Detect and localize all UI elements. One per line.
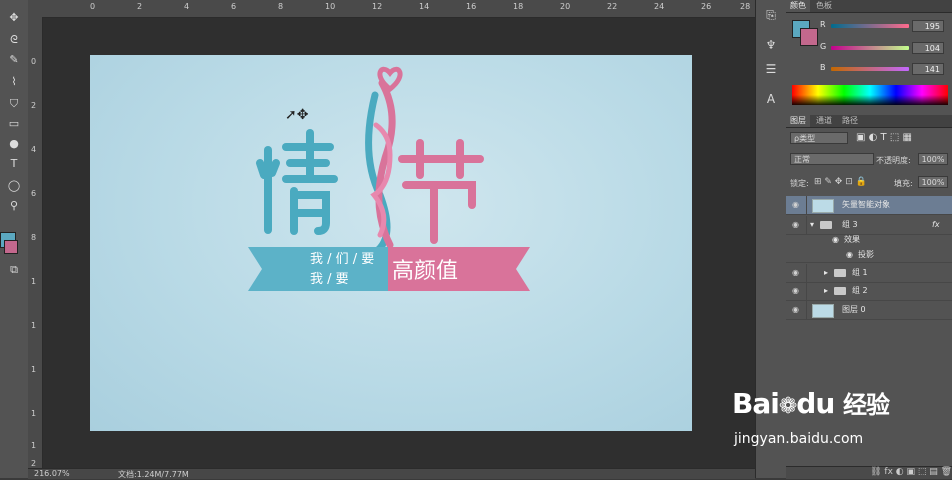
slogan-line1: 我 / 们 / 要 [310,252,374,267]
paw-icon: ❁ [778,394,797,419]
lasso-tool-icon[interactable]: ᘓ [4,32,24,48]
move-cursor-icon: ➚✥ [285,107,309,123]
slogan-big: 高颜值 [392,259,458,284]
expand-arrow-icon[interactable]: ▸ [824,264,828,282]
visibility-eye-icon[interactable]: ◉ [792,216,802,234]
drop-shadow-row[interactable]: ◉ 投影 [786,248,952,263]
layer-row-group1[interactable]: ◉ ▸ 组 1 [786,264,952,283]
visibility-eye-icon[interactable]: ◉ [792,301,802,319]
brush-tool-icon[interactable]: ⌇ [4,74,24,90]
lock-icons[interactable]: ⊞ ✎ ✥ ⊡ 🔒 [814,177,867,187]
b-value[interactable]: 141 [912,63,944,75]
watermark-logo: Bai❁du 经验 [732,387,890,420]
ruler-top: 0 2 4 6 8 10 12 14 16 18 20 22 24 26 28 [28,0,755,18]
zoom-level[interactable]: 216.07% [34,469,70,478]
layer-thumbnail [812,199,834,213]
expand-arrow-icon[interactable]: ▸ [824,282,828,300]
baidu-watermark: Bai❁du 经验 jingyan.baidu.com [730,375,945,460]
brush-preset-icon[interactable]: ♆ [762,38,780,54]
layers-panel-tabs: 图层 通道 路径 [786,115,952,128]
eyedropper-tool-icon[interactable]: ✎ [4,52,24,68]
move-tool-icon[interactable]: ✥ [4,10,24,26]
layer-thumbnail [812,304,834,318]
r-slider[interactable] [831,24,909,28]
ruler-left: 0 2 4 6 8 1 1 1 1 1 2 [28,17,43,468]
bg-color[interactable] [800,28,818,46]
r-value[interactable]: 195 [912,20,944,32]
screen-mode-icon[interactable]: ⧉ [4,262,24,278]
tab-swatches[interactable]: 色板 [812,0,836,12]
fill-input[interactable]: 100% [918,176,948,188]
visibility-eye-icon[interactable]: ◉ [792,282,802,300]
tools-panel: ✥ ᘓ ✎ ⌇ ⛉ ▭ ● T ◯ ⚲ ⧉ [0,0,29,478]
adjust-icon[interactable]: ☰ [762,62,780,78]
layer-filter-icons[interactable]: ▣ ◐ T ⬚ ▦ [856,132,912,143]
layer-actions-bar[interactable]: ⛓ fx ◐ ▣ ⬚ ▤ 🗑 [786,466,952,479]
dodge-tool-icon[interactable]: ● [4,136,24,152]
folder-icon [834,269,846,277]
shape-tool-icon[interactable]: ◯ [4,178,24,194]
history-icon[interactable]: ⎘ [762,8,780,24]
stamp-tool-icon[interactable]: ⛉ [4,96,24,112]
slogan-line2: 我 / 要 [310,272,349,287]
background-color-swatch[interactable] [4,240,18,254]
type-tool-icon[interactable]: T [4,156,24,172]
g-value[interactable]: 104 [912,42,944,54]
g-slider[interactable] [831,46,909,50]
effect-eye-icon[interactable]: ◉ [846,248,853,262]
tab-channels[interactable]: 通道 [812,115,836,127]
visibility-eye-icon[interactable]: ◉ [792,196,802,214]
effect-eye-icon[interactable]: ◉ [832,233,839,247]
document-canvas[interactable]: 我 / 们 / 要 我 / 要 高颜值 ➚✥ [90,55,692,431]
layer-filter-select[interactable]: ρ类型 [790,132,848,144]
effects-row[interactable]: ◉ 效果 [786,233,952,247]
folder-icon [820,221,832,229]
b-slider[interactable] [831,67,909,71]
layer-row-group2[interactable]: ◉ ▸ 组 2 [786,282,952,301]
color-panel-tabs: 颜色 色板 [786,0,952,13]
folder-icon [834,287,846,295]
tab-color[interactable]: 颜色 [786,0,810,12]
opacity-input[interactable]: 100% [918,153,948,165]
eraser-tool-icon[interactable]: ▭ [4,116,24,132]
tab-paths[interactable]: 路径 [838,115,862,127]
color-spectrum[interactable] [792,85,948,105]
fx-icon[interactable]: fx [932,216,940,234]
expand-arrow-icon[interactable]: ▾ [810,216,814,234]
visibility-eye-icon[interactable]: ◉ [792,264,802,282]
title-artwork: 我 / 们 / 要 我 / 要 高颜值 [248,66,530,291]
tab-layers[interactable]: 图层 [786,115,810,127]
status-bar: 216.07% 文档:1.24M/7.77M [28,468,755,479]
doc-size: 文档:1.24M/7.77M [118,470,189,479]
watermark-url: jingyan.baidu.com [734,431,864,447]
zoom-tool-icon[interactable]: ⚲ [4,198,24,214]
layer-row-smart-object[interactable]: ◉ 矢量智能对象 [786,196,952,215]
layer-row-layer0[interactable]: ◉ 图层 0 [786,301,952,320]
blend-mode-select[interactable]: 正常 [790,153,874,165]
character-panel-icon[interactable]: A [762,92,780,108]
